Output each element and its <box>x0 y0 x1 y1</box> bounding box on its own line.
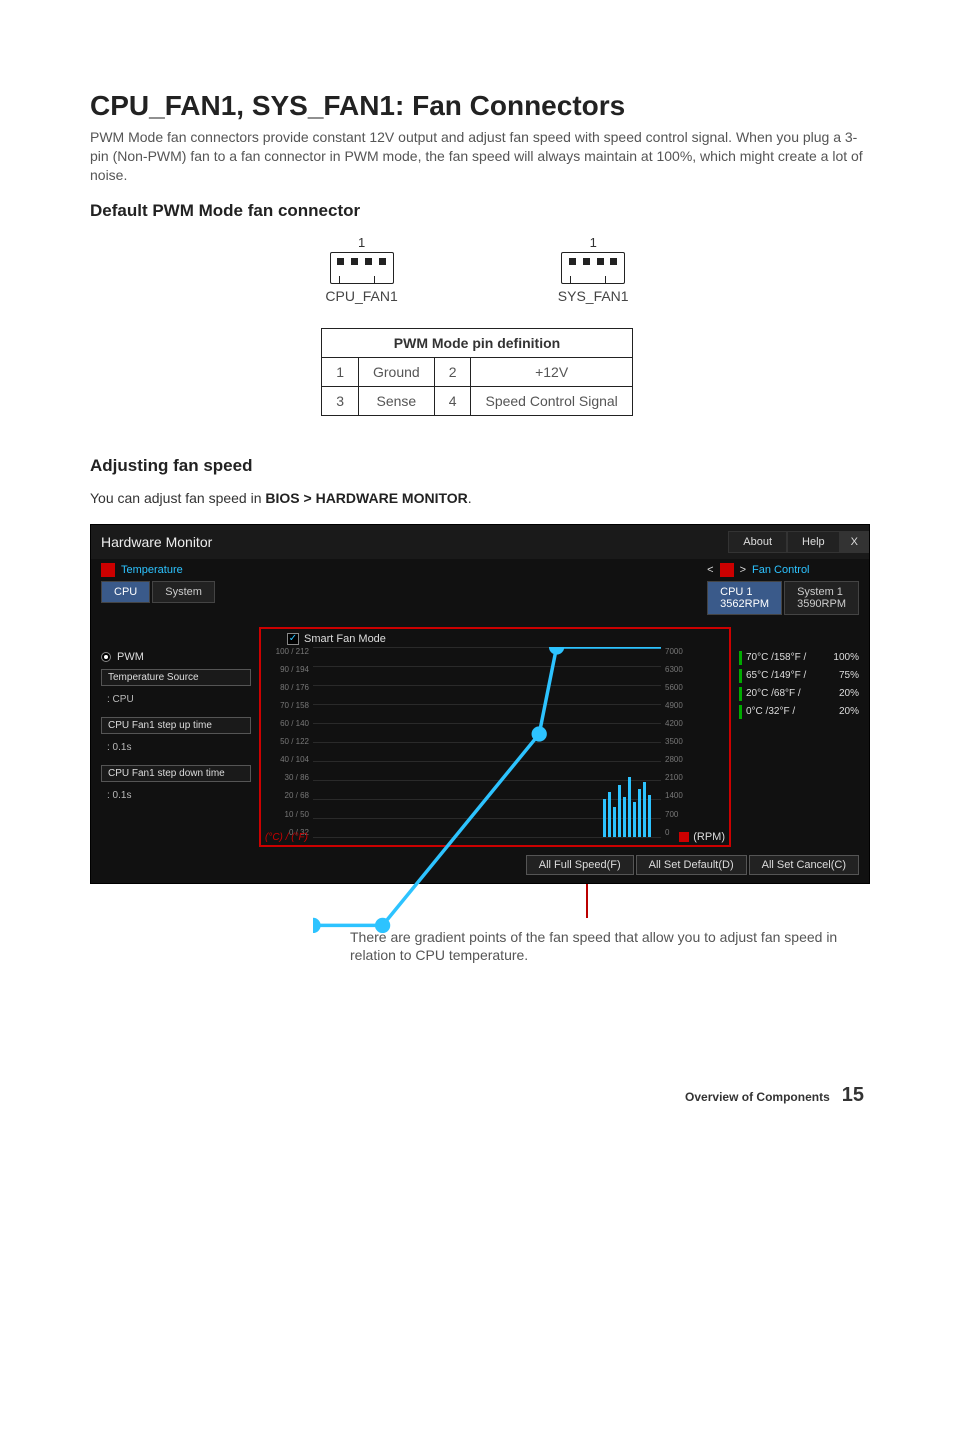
connector-cpu-fan1: 1 CPU_FAN1 <box>325 235 397 304</box>
y-axis-tick: 60 / 140 <box>263 719 309 728</box>
point-temp: 20°C /68°F / <box>746 688 801 699</box>
rpm-axis-tick: 2800 <box>665 755 719 764</box>
point-tick-icon <box>739 687 742 701</box>
rpm-bars <box>603 767 651 837</box>
connector-name: CPU_FAN1 <box>325 288 397 304</box>
point-temp: 0°C /32°F / <box>746 706 795 717</box>
tab-cpu-fan1[interactable]: CPU 1 3562RPM <box>707 581 782 615</box>
thermometer-icon <box>101 563 115 577</box>
section-default: Default PWM Mode fan connector <box>90 201 864 221</box>
rpm-axis-tick: 4200 <box>665 719 719 728</box>
curve-point[interactable]: 0°C /32°F / 20% <box>739 705 859 719</box>
y-axis-tick: 40 / 104 <box>263 755 309 764</box>
curve-points-list: 70°C /158°F / 100% 65°C /149°F / 75% 20°C /6… <box>739 627 859 847</box>
all-set-cancel-button[interactable]: All Set Cancel(C) <box>749 855 859 875</box>
table-row: 1 Ground 2 +12V <box>322 357 633 386</box>
rpm-axis-tick: 6300 <box>665 665 719 674</box>
point-temp: 65°C /149°F / <box>746 670 806 681</box>
connector-icon <box>561 252 625 284</box>
temp-source-value: : CPU <box>101 694 251 705</box>
bios-path-line: You can adjust fan speed in BIOS > HARDW… <box>90 490 864 506</box>
point-tick-icon <box>739 705 742 719</box>
y-axis-tick: 30 / 86 <box>263 773 309 782</box>
hardware-monitor-window: Hardware Monitor About Help X Temperatur… <box>90 524 870 884</box>
tab-system-fan1[interactable]: System 1 3590RPM <box>784 581 859 615</box>
rpm-swatch-icon <box>679 832 689 842</box>
section-adjust: Adjusting fan speed <box>90 456 864 476</box>
prev-fan-button[interactable]: < <box>707 564 713 576</box>
rpm-unit-label: (RPM) <box>693 831 725 843</box>
y-axis-tick: 20 / 68 <box>263 791 309 800</box>
point-tick-icon <box>739 669 742 683</box>
rpm-axis-tick: 5600 <box>665 683 719 692</box>
fan-control-label: Fan Control <box>752 564 809 576</box>
step-down-box[interactable]: CPU Fan1 step down time <box>101 765 251 782</box>
fan-curve-chart[interactable]: 100 / 21290 / 19480 / 17670 / 15860 / 14… <box>313 647 661 837</box>
y-axis-tick: 50 / 122 <box>263 737 309 746</box>
connector-name: SYS_FAN1 <box>558 288 629 304</box>
y-axis-tick: 10 / 50 <box>263 810 309 819</box>
axis-unit-label: (°C) / (°F) <box>265 832 308 843</box>
rpm-axis-tick: 700 <box>665 810 719 819</box>
intro-paragraph: PWM Mode fan connectors provide constant… <box>90 128 864 185</box>
pin1-label: 1 <box>358 235 365 250</box>
y-axis-tick: 100 / 212 <box>263 647 309 656</box>
pwm-radio[interactable] <box>101 652 111 662</box>
temperature-label: Temperature <box>121 564 183 576</box>
y-axis-tick: 90 / 194 <box>263 665 309 674</box>
y-axis-tick: 80 / 176 <box>263 683 309 692</box>
y-axis-tick: 70 / 158 <box>263 701 309 710</box>
fan-curve-panel: ✓ Smart Fan Mode 100 / 21290 / 19480 / 1… <box>259 627 731 847</box>
connector-diagrams: 1 CPU_FAN1 1 SYS_FAN1 <box>90 235 864 304</box>
pin-definition-table: PWM Mode pin definition 1 Ground 2 +12V … <box>321 328 633 416</box>
pintable-title: PWM Mode pin definition <box>322 328 633 357</box>
pwm-label: PWM <box>117 651 144 663</box>
tab-system[interactable]: System <box>152 581 215 603</box>
close-button[interactable]: X <box>840 531 869 553</box>
about-button[interactable]: About <box>728 531 787 553</box>
help-button[interactable]: Help <box>787 531 840 553</box>
point-temp: 70°C /158°F / <box>746 652 806 663</box>
temp-source-box[interactable]: Temperature Source <box>101 669 251 686</box>
page-number: 15 <box>842 1084 864 1107</box>
rpm-axis-tick: 1400 <box>665 791 719 800</box>
rpm-axis-tick: 3500 <box>665 737 719 746</box>
point-tick-icon <box>739 651 742 665</box>
tab-cpu[interactable]: CPU <box>101 581 150 603</box>
curve-point[interactable]: 65°C /149°F / 75% <box>739 669 859 683</box>
step-up-value: : 0.1s <box>101 742 251 753</box>
rpm-axis-tick: 2100 <box>665 773 719 782</box>
footer-section: Overview of Components <box>685 1090 830 1104</box>
connector-sys-fan1: 1 SYS_FAN1 <box>558 235 629 304</box>
point-percent: 75% <box>839 670 859 681</box>
smart-fan-checkbox[interactable]: ✓ <box>287 633 299 645</box>
window-title: Hardware Monitor <box>101 534 212 550</box>
step-up-box[interactable]: CPU Fan1 step up time <box>101 717 251 734</box>
connector-icon <box>330 252 394 284</box>
step-down-value: : 0.1s <box>101 790 251 801</box>
fan-icon <box>720 563 734 577</box>
page-heading: CPU_FAN1, SYS_FAN1: Fan Connectors <box>90 90 864 122</box>
next-fan-button[interactable]: > <box>740 564 746 576</box>
smart-fan-label: Smart Fan Mode <box>304 633 386 645</box>
rpm-axis-tick: 4900 <box>665 701 719 710</box>
callout-leader-line <box>586 884 588 918</box>
table-row: 3 Sense 4 Speed Control Signal <box>322 386 633 415</box>
point-percent: 20% <box>839 688 859 699</box>
curve-point[interactable]: 20°C /68°F / 20% <box>739 687 859 701</box>
point-percent: 20% <box>839 706 859 717</box>
rpm-axis-tick: 7000 <box>665 647 719 656</box>
point-percent: 100% <box>833 652 859 663</box>
curve-point[interactable]: 70°C /158°F / 100% <box>739 651 859 665</box>
pin1-label: 1 <box>590 235 597 250</box>
